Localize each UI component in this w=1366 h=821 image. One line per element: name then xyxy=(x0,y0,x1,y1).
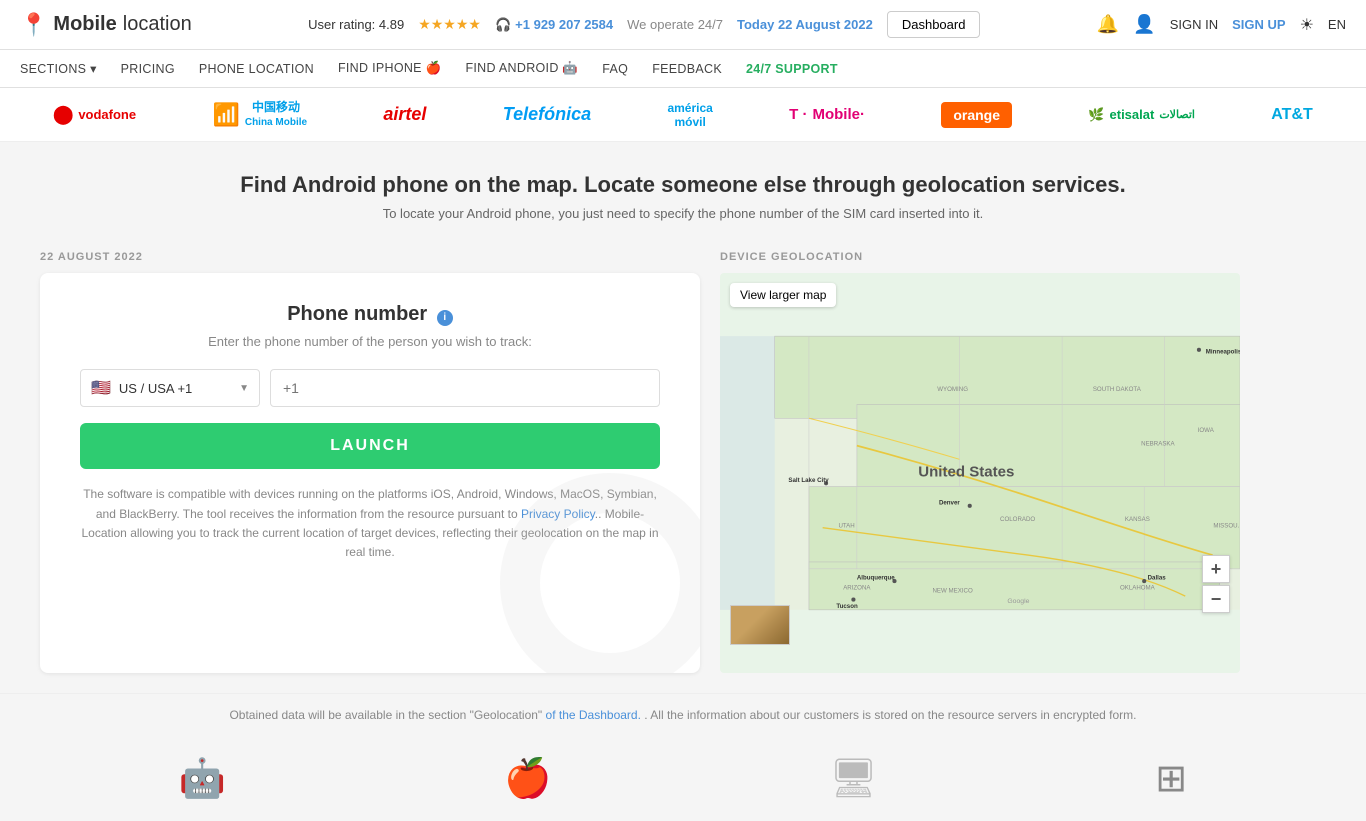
brand-att: AT&T xyxy=(1271,106,1312,124)
os-icons-row: 🤖 🍎 🖥 ⊞ xyxy=(0,736,1366,821)
user-icon[interactable]: 👤 xyxy=(1133,14,1155,35)
language-selector[interactable]: EN xyxy=(1328,17,1346,32)
left-panel: 22 AUGUST 2022 Phone number i Enter the … xyxy=(40,251,700,673)
brand-china-mobile: 📶 中国移动China Mobile xyxy=(212,100,307,129)
svg-text:NEBRASKA: NEBRASKA xyxy=(1141,441,1175,448)
support-icon: 🎧 xyxy=(495,17,511,33)
brand-orange: orange xyxy=(941,102,1012,128)
sign-up-link[interactable]: SIGN UP xyxy=(1232,17,1285,32)
logo-icon: 📍 xyxy=(20,12,47,38)
header-right: 🔔 👤 SIGN IN SIGN UP ☀ EN xyxy=(1097,14,1346,35)
brand-vodafone: ⬤ vodafone xyxy=(53,104,136,125)
map-svg: United States WYOMING SOUTH DAKOTA NEBRA… xyxy=(720,273,1240,673)
brands-bar: ⬤ vodafone 📶 中国移动China Mobile airtel Tel… xyxy=(0,88,1366,142)
bottom-info: Obtained data will be available in the s… xyxy=(0,693,1366,736)
finder-icon: 🖥 xyxy=(829,757,877,801)
brand-etisalat: 🌿 etisalatاتصالات xyxy=(1088,107,1195,123)
navigation: SECTIONS ▾ PRICING PHONE LOCATION FIND I… xyxy=(0,50,1366,88)
form-card: Phone number i Enter the phone number of… xyxy=(40,273,700,673)
svg-text:Google: Google xyxy=(1007,598,1029,605)
svg-text:ARIZONA: ARIZONA xyxy=(843,585,871,592)
apple-icon: 🍎 xyxy=(504,757,551,801)
logo-bold: Mobile xyxy=(53,13,116,36)
brand-america-movil: américamóvil xyxy=(667,101,712,129)
svg-text:Tucson: Tucson xyxy=(836,603,858,610)
map-container: View larger map xyxy=(720,273,1240,673)
nav-phone-location[interactable]: PHONE LOCATION xyxy=(199,50,314,87)
hero-title: Find Android phone on the map. Locate so… xyxy=(20,172,1346,198)
dashboard-button[interactable]: Dashboard xyxy=(887,11,981,38)
svg-text:Minneapolis: Minneapolis xyxy=(1206,349,1240,356)
logo-light: location xyxy=(123,13,192,36)
hero-subtitle: To locate your Android phone, you just n… xyxy=(20,206,1346,221)
windows-icon: ⊞ xyxy=(1155,756,1187,801)
svg-text:WYOMING: WYOMING xyxy=(937,386,968,393)
svg-text:Albuquerque: Albuquerque xyxy=(857,575,895,582)
country-selector[interactable]: 🇺🇸 US / USA +1 ▼ xyxy=(80,369,260,407)
svg-text:MISSOU.: MISSOU. xyxy=(1213,523,1239,530)
brand-tmobile: T · Mobile· xyxy=(789,106,865,123)
view-larger-map-button[interactable]: View larger map xyxy=(730,283,836,307)
device-geo-label: DEVICE GEOLOCATION xyxy=(720,251,1240,263)
rating-label: User rating: 4.89 xyxy=(308,17,404,32)
sign-in-link[interactable]: SIGN IN xyxy=(1170,17,1218,32)
nav-feedback[interactable]: FEEDBACK xyxy=(652,50,722,87)
operate-label: We operate 24/7 xyxy=(627,17,723,32)
hero-section: Find Android phone on the map. Locate so… xyxy=(0,142,1366,231)
country-label: United States xyxy=(918,464,1014,481)
brand-telefonica: Telefónica xyxy=(503,104,591,125)
form-description: The software is compatible with devices … xyxy=(80,485,660,562)
phone-input[interactable] xyxy=(270,369,660,407)
current-date: Today 22 August 2022 xyxy=(737,17,873,32)
chevron-down-icon: ▼ xyxy=(239,383,249,394)
bell-icon[interactable]: 🔔 xyxy=(1097,14,1119,35)
svg-text:Salt Lake City: Salt Lake City xyxy=(788,477,829,484)
zoom-out-button[interactable]: − xyxy=(1202,585,1230,613)
nav-support[interactable]: 24/7 SUPPORT xyxy=(746,50,838,87)
form-subtitle: Enter the phone number of the person you… xyxy=(80,334,660,349)
country-flag: 🇺🇸 xyxy=(91,378,111,398)
zoom-controls: + − xyxy=(1202,555,1230,613)
svg-text:UTAH: UTAH xyxy=(838,523,854,530)
svg-text:IOWA: IOWA xyxy=(1198,427,1215,434)
svg-text:COLORADO: COLORADO xyxy=(1000,516,1035,523)
form-title: Phone number i xyxy=(80,303,660,326)
svg-text:Dallas: Dallas xyxy=(1148,575,1167,582)
main-content: 22 AUGUST 2022 Phone number i Enter the … xyxy=(0,231,1366,693)
nav-find-iphone[interactable]: FIND IPHONE 🍎 xyxy=(338,50,442,87)
phone-inputs: 🇺🇸 US / USA +1 ▼ xyxy=(80,369,660,407)
nav-faq[interactable]: FAQ xyxy=(602,50,628,87)
logo: 📍 Mobile location xyxy=(20,12,192,38)
support-phone[interactable]: 🎧 +1 929 207 2584 xyxy=(495,17,613,33)
zoom-in-button[interactable]: + xyxy=(1202,555,1230,583)
svg-text:KANSAS: KANSAS xyxy=(1125,516,1150,523)
header-center: User rating: 4.89 ★★★★★ 🎧 +1 929 207 258… xyxy=(308,11,980,38)
brand-airtel: airtel xyxy=(383,104,426,125)
date-label: 22 AUGUST 2022 xyxy=(40,251,700,263)
nav-sections[interactable]: SECTIONS ▾ xyxy=(20,50,97,87)
info-icon[interactable]: i xyxy=(437,310,453,326)
svg-text:SOUTH DAKOTA: SOUTH DAKOTA xyxy=(1093,386,1142,393)
privacy-policy-link[interactable]: Privacy Policy xyxy=(521,507,595,521)
theme-toggle[interactable]: ☀ xyxy=(1300,15,1314,35)
right-panel: DEVICE GEOLOCATION View larger map xyxy=(720,251,1240,673)
android-icon: 🤖 xyxy=(179,757,226,801)
svg-text:OKLAHOMA: OKLAHOMA xyxy=(1120,585,1156,592)
svg-text:Denver: Denver xyxy=(939,500,960,507)
header: 📍 Mobile location User rating: 4.89 ★★★★… xyxy=(0,0,1366,50)
svg-text:NEW MEXICO: NEW MEXICO xyxy=(932,588,972,595)
dashboard-link[interactable]: of the Dashboard. xyxy=(546,708,641,722)
bottom-suffix: . All the information about our customer… xyxy=(644,708,1136,722)
map-thumbnail xyxy=(730,605,790,645)
bottom-text: Obtained data will be available in the s… xyxy=(229,708,542,722)
launch-button[interactable]: LAUNCH xyxy=(80,423,660,469)
nav-find-android[interactable]: FIND ANDROID 🤖 xyxy=(465,50,578,87)
nav-pricing[interactable]: PRICING xyxy=(121,50,175,87)
country-label: US / USA +1 xyxy=(119,381,192,396)
rating-stars: ★★★★★ xyxy=(418,16,481,33)
